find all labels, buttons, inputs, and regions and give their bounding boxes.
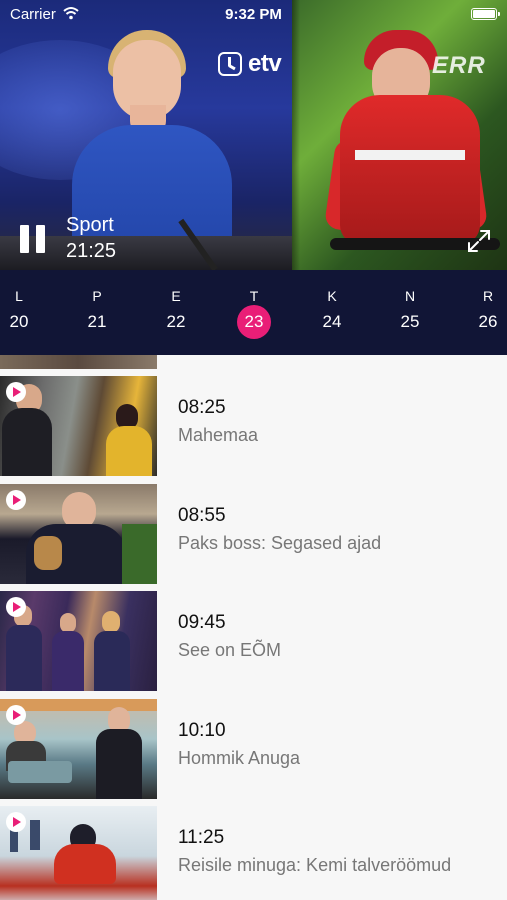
program-thumbnail	[0, 376, 157, 476]
now-playing-time: 21:25	[66, 240, 117, 262]
program-time: 08:25	[178, 397, 226, 418]
date-selector: L 20 P 21 E 22 T 23 K 24 N 25 R 26	[0, 270, 507, 355]
day-number: 22	[166, 312, 186, 331]
date-item[interactable]: K 24	[307, 270, 357, 355]
program-title: Hommik Anuga	[178, 748, 301, 768]
program-row[interactable]: 08:55 Paks boss: Segased ajad	[0, 484, 507, 584]
status-bar: Carrier 9:32 PM	[0, 0, 507, 28]
day-of-week: K	[327, 288, 337, 304]
now-playing-title: Sport	[66, 214, 114, 236]
program-time: 08:55	[178, 505, 226, 526]
err-logo: ERR	[432, 52, 486, 79]
program-title: Paks boss: Segased ajad	[178, 533, 382, 553]
program-title: Mahemaa	[178, 425, 259, 445]
program-thumbnail	[0, 591, 157, 691]
day-number: 23	[244, 312, 264, 331]
program-thumbnail	[0, 484, 157, 584]
program-time: 11:25	[178, 827, 225, 848]
day-number: 25	[400, 312, 420, 331]
date-item[interactable]: E 22	[151, 270, 201, 355]
day-number: 24	[322, 312, 342, 331]
date-item[interactable]: P 21	[72, 270, 122, 355]
program-row[interactable]: 11:25 Reisile minuga: Kemi talveröömud	[0, 806, 507, 900]
day-number: 26	[478, 312, 498, 331]
program-row[interactable]: 09:45 See on EÕM	[0, 591, 507, 691]
date-item-selected[interactable]: T 23	[229, 270, 279, 355]
program-thumbnail	[0, 699, 157, 799]
program-time: 10:10	[178, 720, 226, 741]
pause-icon	[20, 225, 29, 253]
day-of-week: N	[404, 288, 416, 304]
expand-icon[interactable]	[466, 228, 492, 254]
day-of-week: P	[92, 288, 102, 304]
program-row[interactable]: 10:10 Hommik Anuga	[0, 699, 507, 799]
date-item[interactable]: N 25	[385, 270, 435, 355]
app-screen: ERR etv Sport 21:25 Carrier 9:32 PM L 20	[0, 0, 507, 900]
play-icon[interactable]	[6, 382, 26, 402]
program-row[interactable]: 08:25 Mahemaa	[0, 376, 507, 476]
play-icon[interactable]	[6, 705, 26, 725]
date-item[interactable]: R 26	[463, 270, 507, 355]
day-number: 21	[87, 312, 107, 331]
channel-name: etv	[248, 50, 282, 77]
day-of-week: T	[249, 288, 259, 304]
day-number: 20	[9, 312, 29, 331]
play-icon[interactable]	[6, 490, 26, 510]
program-list[interactable]: 08:25 Mahemaa 08:55 Paks boss: Segased a…	[0, 355, 507, 900]
play-icon[interactable]	[6, 597, 26, 617]
battery-icon	[471, 8, 500, 20]
day-of-week: L	[15, 288, 23, 304]
play-icon[interactable]	[6, 812, 26, 832]
status-time: 9:32 PM	[225, 6, 282, 23]
pause-button[interactable]	[20, 225, 46, 253]
program-title: Reisile minuga: Kemi talveröömud	[178, 855, 452, 875]
day-of-week: R	[482, 288, 494, 304]
previous-item-thumbnail	[0, 355, 157, 369]
video-player[interactable]: ERR etv Sport 21:25	[0, 0, 507, 270]
program-title: See on EÕM	[178, 640, 282, 660]
channel-logo: etv	[218, 50, 282, 78]
clock-icon	[218, 52, 242, 76]
program-time: 09:45	[178, 612, 226, 633]
day-of-week: E	[171, 288, 181, 304]
program-thumbnail	[0, 806, 157, 900]
date-item[interactable]: L 20	[0, 270, 44, 355]
